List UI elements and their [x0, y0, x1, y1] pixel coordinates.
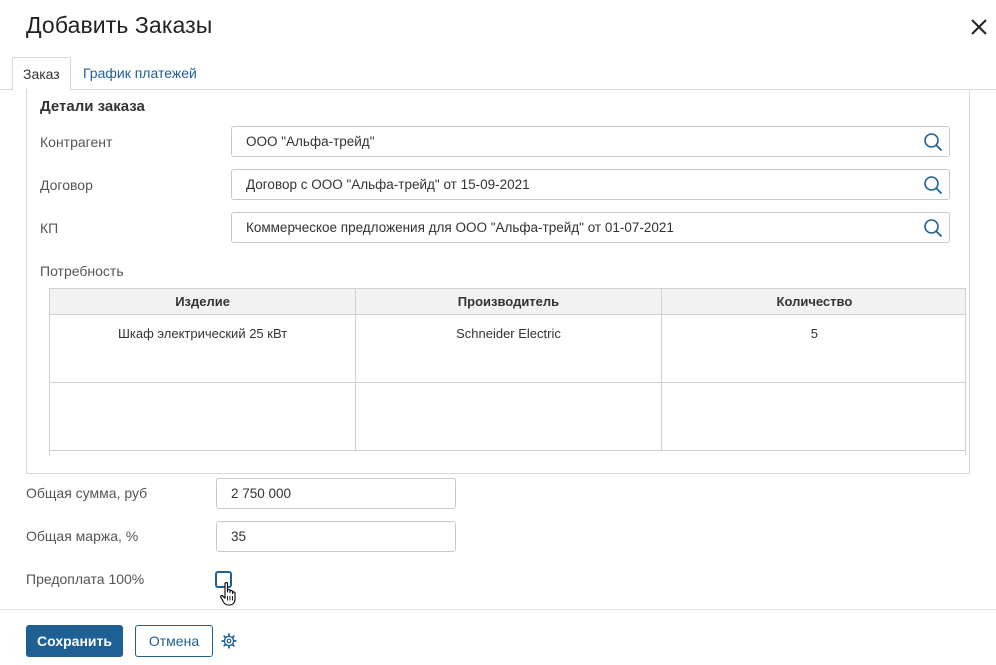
proposal-label: КП: [40, 220, 59, 236]
total-margin-label: Общая маржа, %: [26, 528, 139, 544]
counterparty-field[interactable]: ООО "Альфа-трейд": [231, 126, 950, 157]
cell-quantity[interactable]: 5: [661, 314, 965, 383]
total-margin-input[interactable]: [216, 521, 456, 552]
table-header-row: Изделие Производитель Количество: [50, 289, 965, 315]
cell-manufacturer[interactable]: Schneider Electric: [355, 314, 662, 383]
column-header-manufacturer[interactable]: Производитель: [355, 289, 662, 315]
tab-order[interactable]: Заказ: [12, 57, 71, 91]
cell-product[interactable]: [50, 382, 357, 451]
proposal-field[interactable]: Коммерческое предложения для ООО "Альфа-…: [231, 212, 950, 243]
cell-product[interactable]: Шкаф электрический 25 кВт: [50, 314, 357, 383]
need-table: Изделие Производитель Количество Шкаф эл…: [49, 288, 966, 455]
search-icon[interactable]: [923, 132, 943, 152]
tab-bar: Заказ График платежей: [0, 57, 996, 91]
contract-label: Договор: [40, 177, 93, 193]
gear-icon[interactable]: [221, 633, 237, 649]
counterparty-value: ООО "Альфа-трейд": [246, 134, 375, 149]
dialog-footer: Сохранить Отмена: [0, 609, 996, 665]
hand-pointer-icon: [220, 581, 236, 606]
search-icon[interactable]: [923, 175, 943, 195]
contract-value: Договор с ООО "Альфа-трейд" от 15-09-202…: [246, 177, 530, 192]
section-title: Детали заказа: [40, 98, 145, 115]
table-row[interactable]: Шкаф электрический 25 кВт Schneider Elec…: [50, 314, 965, 383]
cancel-button[interactable]: Отмена: [135, 625, 213, 657]
prepayment-label: Предоплата 100%: [26, 571, 145, 587]
tab-payment-schedule[interactable]: График платежей: [73, 57, 207, 90]
save-button[interactable]: Сохранить: [26, 625, 123, 657]
contract-field[interactable]: Договор с ООО "Альфа-трейд" от 15-09-202…: [231, 169, 950, 200]
counterparty-label: Контрагент: [40, 134, 113, 150]
need-label: Потребность: [40, 263, 124, 279]
proposal-value: Коммерческое предложения для ООО "Альфа-…: [246, 220, 674, 235]
table-row[interactable]: [50, 382, 965, 451]
dialog-title: Добавить Заказы: [26, 12, 213, 38]
total-sum-label: Общая сумма, руб: [26, 485, 148, 501]
close-icon[interactable]: [966, 14, 992, 40]
cell-manufacturer[interactable]: [355, 382, 662, 451]
search-icon[interactable]: [923, 218, 943, 238]
total-sum-input[interactable]: [216, 478, 456, 509]
order-details-panel: Детали заказа Контрагент ООО "Альфа-трей…: [26, 89, 970, 474]
cell-quantity[interactable]: [661, 382, 965, 451]
column-header-quantity[interactable]: Количество: [661, 289, 965, 315]
column-header-product[interactable]: Изделие: [50, 289, 357, 315]
